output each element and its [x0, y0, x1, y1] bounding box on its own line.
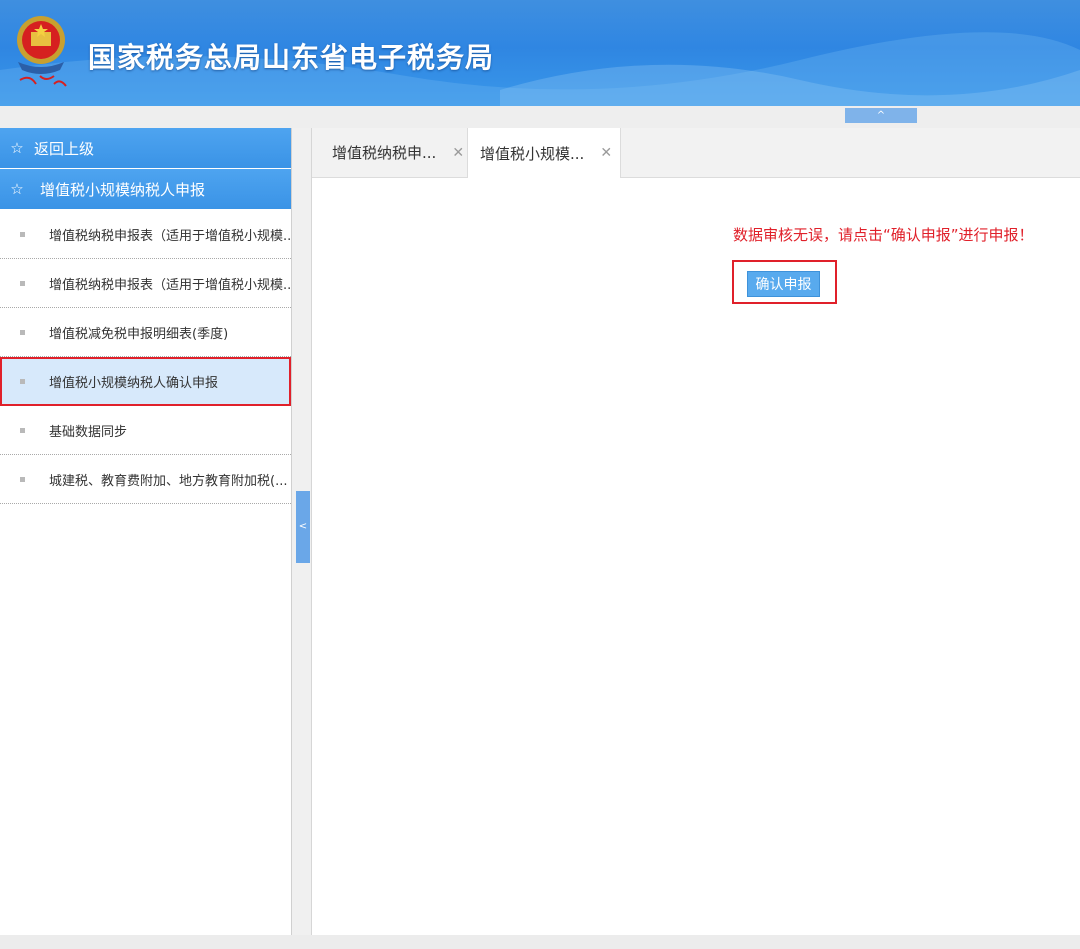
bullet-icon: [20, 329, 25, 335]
bullet-icon: [20, 231, 25, 237]
tab-bar: 增值税纳税申... ✕ 增值税小规模... ✕: [312, 128, 1080, 178]
footer-strip: [0, 935, 1080, 949]
sidebar-item-vat-return-1[interactable]: 增值税纳税申报表（适用于增值税小规模...: [0, 210, 291, 259]
bullet-icon: [20, 280, 25, 286]
star-icon: ☆: [10, 180, 24, 198]
sidebar-item-label: 城建税、教育费附加、地方教育附加税(...: [49, 473, 288, 489]
sidebar-back-label: 返回上级: [34, 139, 95, 158]
tab-label: 增值税小规模...: [480, 144, 585, 163]
star-icon: ☆: [10, 139, 24, 157]
tab-vat-return[interactable]: 增值税纳税申... ✕: [332, 128, 464, 177]
site-header: 国家税务总局山东省电子税务局: [0, 0, 1080, 106]
sidebar-item-surcharge-tax[interactable]: 城建税、教育费附加、地方教育附加税(...: [0, 455, 291, 504]
sidebar-item-label: 增值税减免税申报明细表(季度): [49, 326, 229, 342]
collapse-header-button[interactable]: ^: [845, 108, 917, 123]
sidebar-section-label: 增值税小规模纳税人申报: [40, 180, 206, 199]
sidebar-item-label: 基础数据同步: [49, 424, 128, 440]
bullet-icon: [20, 427, 25, 433]
sidebar: ☆ 返回上级 ☆ 增值税小规模纳税人申报 增值税纳税申报表（适用于增值税小规模.…: [0, 128, 292, 935]
sidebar-item-data-sync[interactable]: 基础数据同步: [0, 406, 291, 455]
bullet-icon: [20, 476, 25, 482]
chevron-up-icon: ^: [876, 110, 886, 121]
close-icon[interactable]: ✕: [600, 145, 612, 161]
main-content: 增值税纳税申... ✕ 增值税小规模... ✕ 数据审核无误，请点击“确认申报”…: [311, 128, 1080, 935]
chevron-left-icon: <: [298, 521, 308, 532]
sidebar-item-vat-return-2[interactable]: 增值税纳税申报表（适用于增值税小规模...: [0, 259, 291, 308]
sidebar-item-label: 增值税小规模纳税人确认申报: [49, 375, 219, 391]
tax-emblem-icon: [17, 16, 67, 87]
tab-small-scale-confirm[interactable]: 增值税小规模... ✕: [467, 128, 622, 178]
sidebar-back-link[interactable]: ☆ 返回上级: [0, 128, 291, 169]
close-icon[interactable]: ✕: [452, 145, 464, 161]
sidebar-item-label: 增值税纳税申报表（适用于增值税小规模...: [49, 228, 291, 244]
tab-label: 增值税纳税申...: [332, 144, 437, 162]
sidebar-section-header[interactable]: ☆ 增值税小规模纳税人申报: [0, 169, 291, 210]
sidebar-collapse-toggle[interactable]: <: [296, 491, 310, 563]
confirm-declaration-button[interactable]: 确认申报: [747, 271, 820, 297]
sidebar-item-label: 增值税纳税申报表（适用于增值税小规模...: [49, 277, 291, 293]
validation-notice: 数据审核无误，请点击“确认申报”进行申报！: [733, 226, 1034, 244]
bullet-icon: [20, 378, 25, 384]
sidebar-item-confirm-declaration[interactable]: 增值税小规模纳税人确认申报: [0, 357, 291, 406]
sidebar-item-vat-exemption-detail[interactable]: 增值税减免税申报明细表(季度): [0, 308, 291, 357]
toolbar-strip: [0, 106, 1080, 128]
site-title: 国家税务总局山东省电子税务局: [88, 41, 495, 74]
